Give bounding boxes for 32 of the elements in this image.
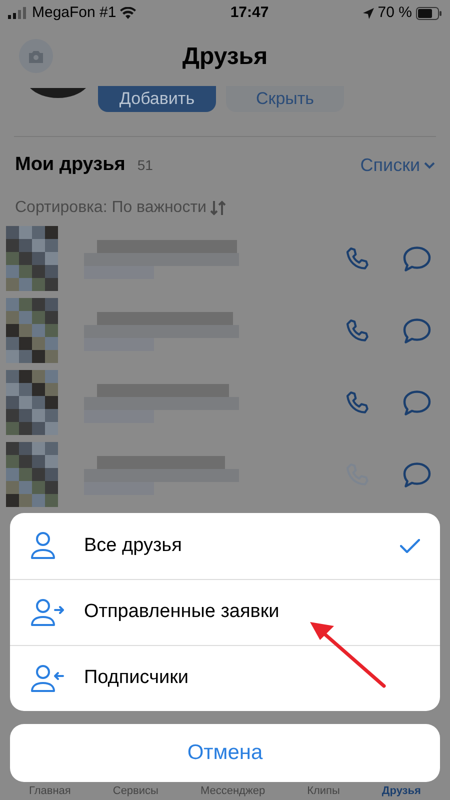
friends-count: 51 xyxy=(137,156,153,175)
clock-time: 17:47 xyxy=(230,2,269,23)
hide-button[interactable]: Скрыть xyxy=(226,86,344,112)
sort-label[interactable]: Сортировка: По важности xyxy=(15,196,206,220)
tab-bar-item[interactable]: Мессенджер xyxy=(200,786,266,797)
tab-bar-item[interactable]: Сервисы xyxy=(112,786,158,797)
cancel-button[interactable]: Отмена xyxy=(10,724,440,782)
message-icon[interactable] xyxy=(402,389,432,417)
camera-icon xyxy=(28,50,44,62)
signal-icon xyxy=(8,7,28,19)
sheet-option[interactable]: Все друзья xyxy=(10,513,440,579)
lists-dropdown[interactable]: Списки xyxy=(360,152,435,178)
location-arrow-icon xyxy=(362,8,374,18)
tab-bar-item[interactable]: Главная xyxy=(29,786,71,797)
message-icon[interactable] xyxy=(402,461,432,489)
message-icon[interactable] xyxy=(402,245,432,273)
page-title: Друзья xyxy=(182,42,268,72)
battery-icon xyxy=(416,6,442,20)
chevron-down-icon xyxy=(424,162,435,168)
person-arrow-left-icon xyxy=(30,664,64,694)
wifi-icon xyxy=(120,7,136,19)
sheet-option[interactable]: Подписчики xyxy=(10,645,440,711)
message-icon[interactable] xyxy=(402,317,432,345)
camera-button[interactable] xyxy=(19,39,53,73)
carrier-name: MegaFon #1 xyxy=(32,2,116,23)
add-button[interactable]: Добавить xyxy=(98,86,216,112)
tab-bar-item[interactable]: Друзья xyxy=(382,786,421,797)
tab-bar-item[interactable]: Клипы xyxy=(307,786,340,797)
section-title: Мои друзья xyxy=(15,152,126,177)
battery-percent: 70 % xyxy=(378,2,412,23)
sort-arrows-icon[interactable] xyxy=(210,200,226,216)
person-arrow-right-icon xyxy=(30,598,64,628)
